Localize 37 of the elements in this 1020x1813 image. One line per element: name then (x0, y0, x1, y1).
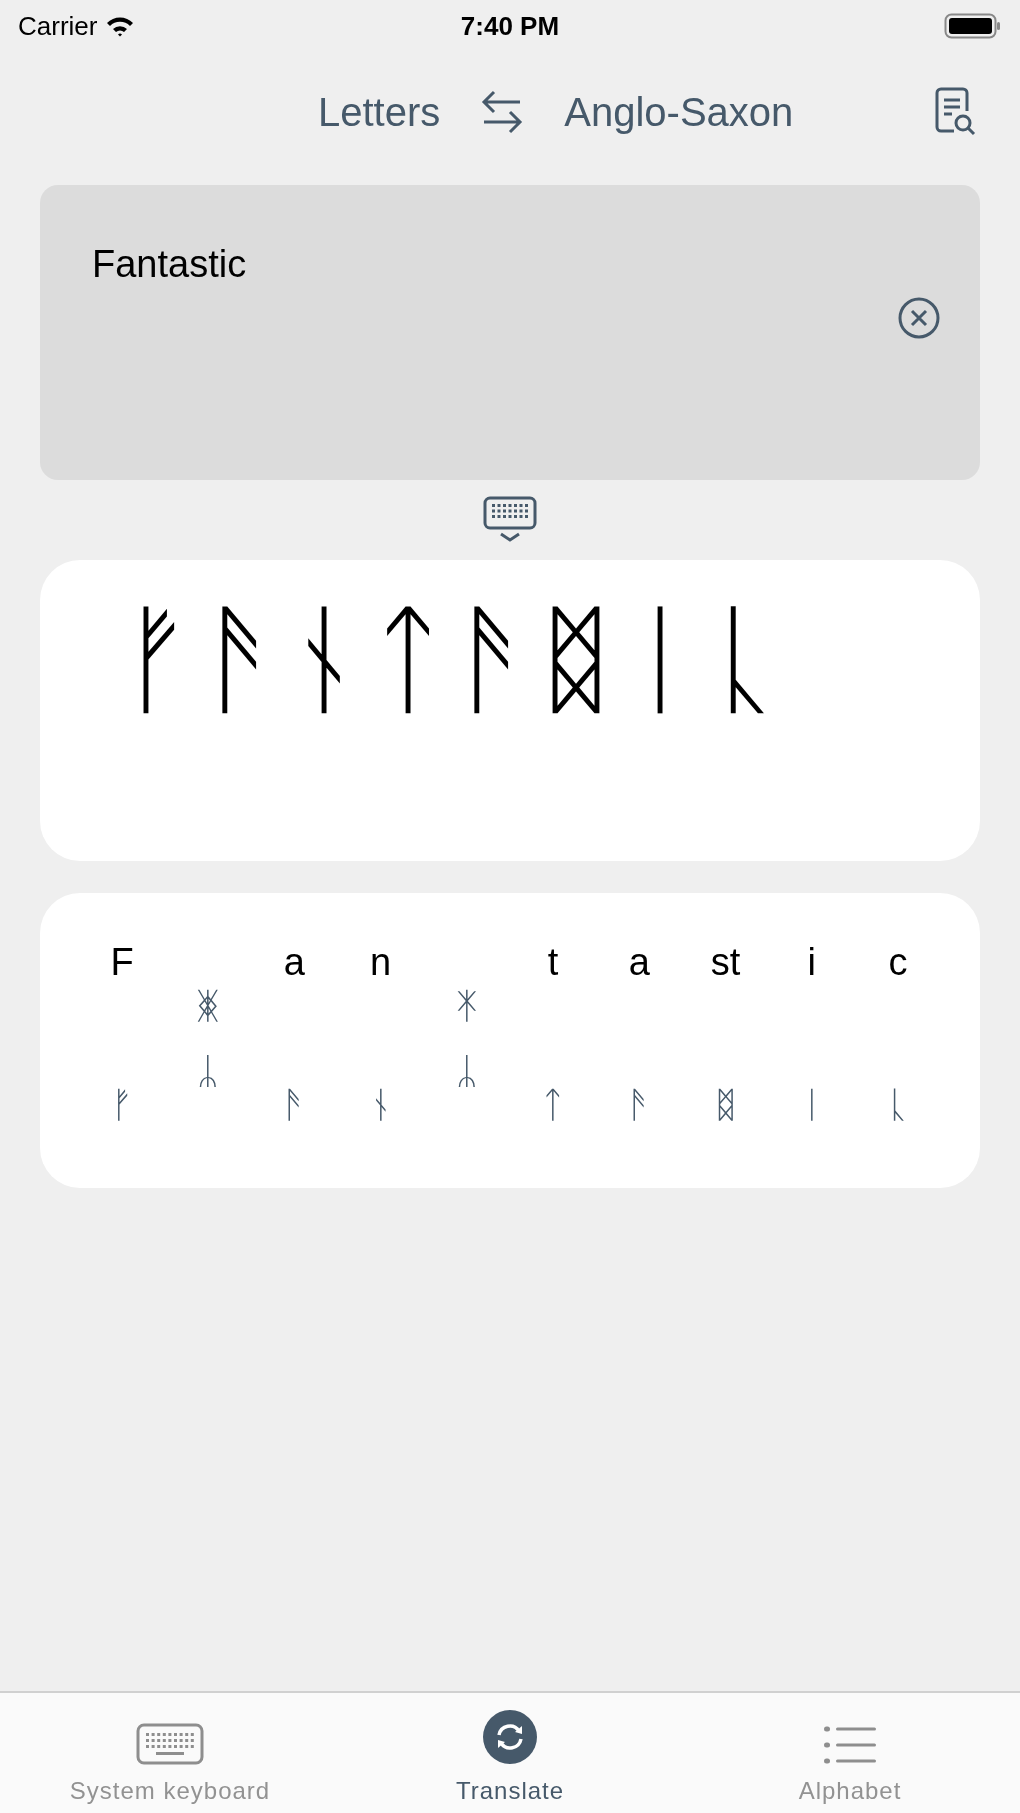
battery-icon (944, 13, 1002, 39)
tab-bar-item[interactable]: Translate (340, 1693, 680, 1813)
rune-output-text: ᚠᚫᚾᛏᚫᛥᛁᚳ (120, 590, 792, 729)
rune-glyph: ᚳ (886, 1087, 909, 1123)
target-language-button[interactable]: Anglo-Saxon (564, 82, 794, 142)
rune-glyph: ᛏ (542, 1087, 565, 1123)
clock-label: 7:40 PM (460, 9, 560, 43)
rune-glyph: ᚫ (283, 1087, 306, 1123)
clear-icon[interactable] (898, 297, 940, 339)
source-language-button[interactable]: Letters (318, 82, 441, 142)
rune-glyph: ᛤ (197, 988, 220, 1024)
letter-label: F (110, 943, 134, 985)
letter-label: a (628, 943, 650, 985)
letter-label: t (547, 943, 559, 985)
keyboard-icon (136, 1723, 204, 1765)
rune-glyph: ᛥ (714, 1087, 737, 1123)
letter-label: i (807, 943, 816, 985)
rune-glyph: ᛦ (455, 1054, 478, 1090)
rune-glyph: ᚫ (628, 1087, 651, 1123)
list-icon (822, 1725, 878, 1765)
carrier-label: Carrier (18, 9, 98, 43)
document-search-icon[interactable] (934, 87, 976, 137)
rune-glyph: ᛁ (800, 1087, 823, 1123)
letter-label: a (283, 943, 305, 985)
wifi-icon (105, 15, 136, 37)
text-input-area[interactable]: Fantastic (40, 185, 980, 480)
letter-label: c (888, 943, 908, 985)
letter-label: st (710, 943, 741, 985)
swap-icon[interactable] (480, 90, 525, 134)
rune-glyph: ᛡ (455, 988, 478, 1024)
input-text: Fantastic (92, 245, 247, 287)
rune-glyph: ᚾ (369, 1087, 392, 1123)
rune-glyph: ᛦ (197, 1054, 220, 1090)
refresh-icon (482, 1709, 538, 1765)
rune-glyph: ᚠ (111, 1087, 133, 1123)
keyboard-hide-icon[interactable] (483, 496, 537, 542)
letter-label: n (370, 943, 392, 985)
